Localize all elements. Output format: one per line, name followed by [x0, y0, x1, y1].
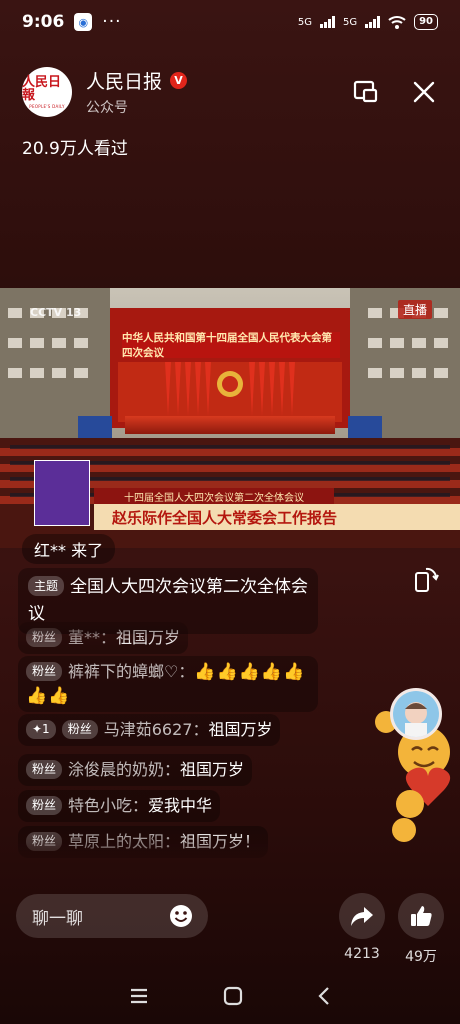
battery-indicator: 90 [414, 14, 438, 30]
system-nav-bar [0, 976, 460, 1016]
rotate-screen-icon [415, 567, 439, 592]
share-circle [339, 893, 385, 939]
account-avatar[interactable]: 人民日報 PEOPLE'S DAILY [22, 67, 72, 117]
wifi-icon [388, 16, 406, 29]
chat-text: 祖国万岁 [180, 760, 245, 779]
hall-banner: 中华人民共和国第十四届全国人民代表大会第四次会议 [122, 332, 340, 359]
more-notifications-icon: ··· [102, 12, 122, 32]
close-icon [413, 81, 435, 103]
signal-icon [319, 16, 335, 28]
status-time: 9:06 [22, 12, 65, 32]
app-notification-icon: ◉ [74, 13, 93, 31]
chat-message: 粉丝 特色小吃：爱我中华 [18, 790, 221, 822]
rotate-screen-button[interactable] [412, 566, 440, 594]
fan-tag: 粉丝 [26, 796, 63, 815]
like-count: 49万 [405, 949, 437, 965]
fan-tag: 粉丝 [26, 628, 63, 647]
chat-username: 裤裤下的蟑螂♡： [68, 662, 195, 681]
topic-tag: 主题 [28, 576, 65, 596]
fan-tag: 粉丝 [26, 662, 63, 681]
chat-text: 爱我中华 [148, 796, 213, 815]
channel-logo: CCTV 13 [30, 306, 82, 319]
video-caption-subtitle: 十四届全国人大四次会议第二次全体会议 [94, 488, 334, 504]
chat-message: ✦1 粉丝 马津茹6627：祖国万岁 [18, 714, 281, 746]
share-icon [351, 907, 373, 926]
chat-text: 祖国万岁 [116, 628, 181, 647]
share-count: 4213 [344, 946, 380, 962]
topic-text: 全国人大四次会议第二次全体会议 [28, 577, 309, 624]
live-badge: 直播 [397, 300, 432, 319]
emoji-icon[interactable] [168, 903, 194, 929]
fan-tag: 粉丝 [26, 832, 63, 851]
view-count: 20.9万人看过 [22, 139, 128, 159]
comment-input[interactable]: 聊一聊 [16, 894, 208, 938]
account-name: 人民日报 [86, 71, 163, 93]
account-type: 公众号 [86, 100, 128, 116]
network-label: 5G [297, 16, 312, 28]
signal-icon-2 [365, 16, 381, 28]
chat-list[interactable]: 粉丝 董**：祖国万岁 粉丝 裤裤下的蟑螂♡：👍👍👍👍👍👍👍 ✦1 粉丝 马津茹6627… [18, 618, 328, 858]
comment-placeholder: 聊一聊 [32, 908, 83, 929]
baby-avatar-image [393, 691, 439, 737]
fan-tag: 粉丝 [61, 720, 98, 739]
share-button[interactable]: 4213 [339, 893, 385, 962]
fan-tag: 粉丝 [26, 760, 63, 779]
minimize-window-button[interactable] [352, 78, 380, 106]
account-header: 人民日報 PEOPLE'S DAILY 人民日报 V 公众号 [22, 66, 438, 118]
like-circle [398, 893, 444, 939]
logo-subtext: PEOPLE'S DAILY [29, 103, 65, 109]
floating-window-icon [353, 80, 378, 103]
chat-text: 祖国万岁！ [180, 832, 261, 851]
menu-icon[interactable] [129, 988, 149, 1004]
verified-icon: V [170, 72, 188, 89]
chat-username: 马津茹6627： [103, 720, 209, 739]
chat-username: 涂俊晨的奶奶： [68, 760, 181, 779]
chat-message: 粉丝 草原上的太阳：祖国万岁！ [18, 826, 269, 858]
status-bar: 9:06 ◉ ··· 5G 5G 90 [0, 0, 460, 44]
live-video-player[interactable]: CCTV 13 直播 中华人民共和国第十四届全国人民代表大会第四次会议 十四届全… [0, 288, 460, 548]
chat-username: 特色小吃： [68, 796, 149, 815]
chat-username: 董**： [68, 628, 117, 647]
logo-text: 人民日報 [22, 74, 62, 103]
join-notification: 红** 来了 [22, 534, 116, 564]
badge-tag: ✦1 [26, 720, 56, 739]
close-button[interactable] [410, 78, 438, 106]
account-name-row[interactable]: 人民日报 V [86, 67, 188, 94]
chat-message: 粉丝 董**：祖国万岁 [18, 622, 189, 654]
chat-username: 草原上的太阳： [68, 832, 181, 851]
gift-user-avatar[interactable] [390, 688, 442, 740]
thumbs-up-icon [411, 906, 432, 926]
sign-language-interpreter [34, 460, 90, 526]
video-caption-title: 赵乐际作全国人大常委会工作报告 [94, 504, 460, 530]
chat-message: 粉丝 涂俊晨的奶奶：祖国万岁 [18, 754, 253, 786]
back-icon[interactable] [317, 986, 331, 1006]
network-label-2: 5G [342, 16, 358, 28]
chat-text: 祖国万岁 [208, 720, 273, 739]
like-button[interactable]: 49万 [398, 893, 444, 966]
chat-message: 粉丝 裤裤下的蟑螂♡：👍👍👍👍👍👍👍 [18, 656, 318, 712]
home-icon[interactable] [223, 986, 243, 1006]
